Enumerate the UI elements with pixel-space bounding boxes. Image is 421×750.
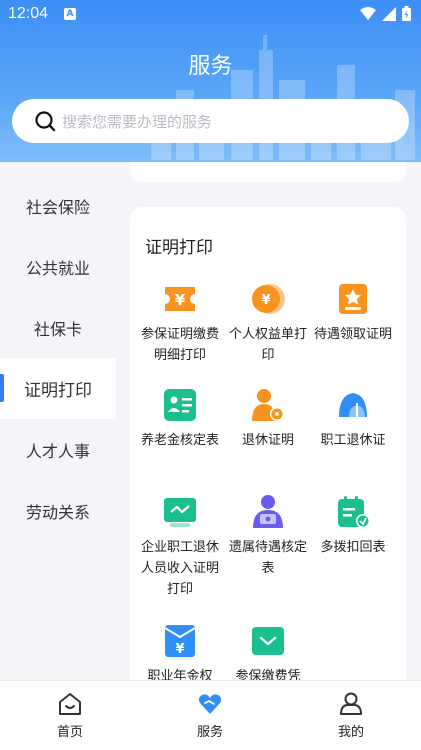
service-item[interactable]: 遗属待遇核定表 — [225, 494, 311, 578]
service-item[interactable]: ¥ 参保证明缴费明细打印 — [137, 281, 223, 365]
sidebar-item-public-employment[interactable]: 公共就业 — [0, 236, 116, 297]
page-title: 服务 — [188, 53, 233, 78]
service-heart-icon — [198, 694, 222, 714]
service-label: 退休证明 — [241, 432, 294, 447]
svg-text:¥: ¥ — [175, 642, 184, 657]
nav-item-mine[interactable]: 我的 — [311, 691, 391, 740]
nav-label: 服务 — [196, 724, 223, 739]
service-item[interactable]: 职工退休证 — [310, 387, 396, 450]
survivor-person-icon — [253, 495, 283, 528]
search-icon — [35, 111, 56, 132]
status-indicator: A — [64, 8, 76, 20]
svg-text:¥: ¥ — [175, 291, 186, 309]
star-badge-icon — [339, 284, 367, 314]
service-label: 参保缴费凭 — [235, 668, 301, 680]
service-label: 待遇领取证明 — [313, 326, 392, 341]
annuity-envelope-icon: ¥ — [164, 625, 196, 657]
category-sidebar: 社会保险 公共就业 社保卡 证明打印 人才人事 劳动关系 — [0, 162, 116, 680]
section-title: 证明打印 — [145, 238, 213, 257]
service-item[interactable]: 养老金核定表 — [137, 387, 223, 450]
service-item[interactable]: ¥ 职业年金权 — [137, 623, 223, 680]
retirement-umbrella-icon — [339, 393, 367, 421]
sidebar-item-label: 社会保险 — [25, 199, 90, 217]
service-label: 多拨扣回表 — [320, 539, 386, 554]
sidebar-item-social-security-card[interactable]: 社保卡 — [0, 297, 116, 358]
previous-section-card — [130, 162, 406, 182]
search-bar[interactable]: 搜索您需要办理的服务 — [12, 99, 409, 143]
sidebar-item-social-insurance[interactable]: 社会保险 — [0, 175, 116, 236]
service-label: 职业年金权 — [147, 668, 213, 680]
retiree-person-icon — [252, 389, 284, 421]
nav-item-home[interactable]: 首页 — [30, 691, 110, 740]
service-item[interactable]: 退休证明 — [225, 387, 311, 450]
sidebar-item-label: 劳动关系 — [25, 504, 90, 522]
profile-icon — [340, 692, 362, 715]
service-label: 职工退休证 — [320, 432, 386, 447]
service-item[interactable]: 多拨扣回表 — [310, 494, 396, 557]
wifi-icon — [360, 6, 376, 20]
status-time: 12:04 — [8, 5, 49, 22]
home-icon — [59, 693, 81, 715]
sidebar-item-label: 社保卡 — [33, 321, 82, 339]
sidebar-item-label: 公共就业 — [25, 260, 90, 278]
income-monitor-icon — [164, 498, 196, 527]
pension-card-icon — [164, 389, 196, 421]
service-item[interactable]: 参保缴费凭 — [225, 623, 311, 680]
status-icons — [360, 6, 411, 21]
payment-box-icon — [252, 627, 284, 655]
sidebar-item-certificate-print[interactable]: 证明打印 — [0, 358, 116, 419]
signal-icon — [382, 6, 396, 21]
svg-text:¥: ¥ — [261, 293, 270, 308]
service-item[interactable]: 企业职工退休人员收入证明打印 — [137, 494, 223, 599]
sidebar-item-labor-relations[interactable]: 劳动关系 — [0, 480, 116, 541]
header: 12:04 A 服务 搜索您需要办理的服务 — [0, 0, 421, 162]
service-label: 遗属待遇核定表 — [228, 539, 307, 575]
sidebar-item-talent-personnel[interactable]: 人才人事 — [0, 419, 116, 480]
status-bar: 12:04 A — [0, 0, 421, 30]
service-item[interactable]: 待遇领取证明 — [310, 281, 396, 344]
nav-label: 首页 — [56, 724, 83, 739]
service-label: 参保证明缴费明细打印 — [140, 326, 219, 362]
yuan-ticket-icon: ¥ — [165, 287, 195, 311]
service-label: 企业职工退休人员收入证明打印 — [140, 539, 219, 596]
battery-icon — [402, 6, 411, 21]
service-content: 证明打印 ¥ 参保证明缴费明细打印 ¥ 个人权益单打印 待遇领取证明 养老金核定… — [116, 162, 421, 680]
sidebar-item-label: 证明打印 — [24, 381, 92, 400]
calendar-form-icon — [338, 496, 370, 528]
search-placeholder: 搜索您需要办理的服务 — [62, 113, 213, 131]
yuan-coin-icon: ¥ — [252, 284, 285, 314]
bottom-navigation: 首页 服务 我的 — [0, 680, 421, 750]
nav-label: 我的 — [337, 724, 364, 739]
nav-item-service[interactable]: 服务 — [170, 691, 250, 740]
service-label: 个人权益单打印 — [228, 326, 307, 362]
service-item[interactable]: ¥ 个人权益单打印 — [225, 281, 311, 365]
service-label: 养老金核定表 — [140, 432, 219, 447]
section-card: 证明打印 ¥ 参保证明缴费明细打印 ¥ 个人权益单打印 待遇领取证明 养老金核定… — [130, 207, 406, 680]
sidebar-item-label: 人才人事 — [25, 443, 90, 461]
